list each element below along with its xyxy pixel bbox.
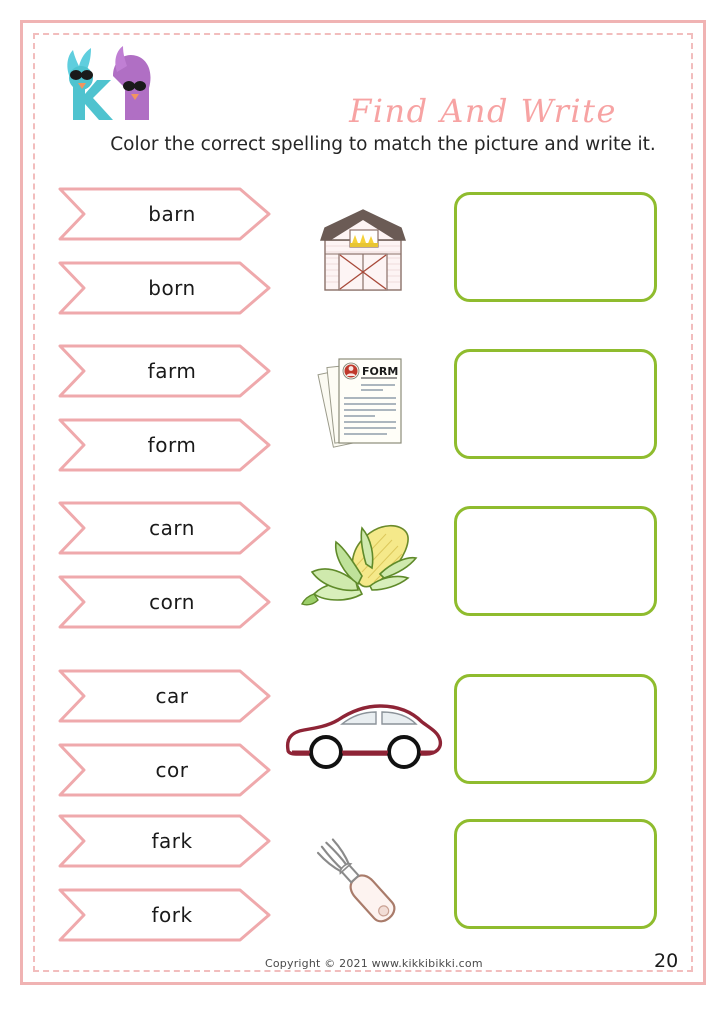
car-image <box>285 704 443 769</box>
word-option-banner[interactable]: fork <box>58 887 272 943</box>
answer-input-box[interactable] <box>454 506 657 616</box>
exercise-row: fark fork <box>58 813 678 943</box>
word-option-label: farm <box>147 359 197 383</box>
answer-input-box[interactable] <box>454 674 657 784</box>
picture-cell: FORM <box>268 345 458 457</box>
word-option-label: form <box>147 433 197 457</box>
word-option-label: cor <box>155 758 189 782</box>
copyright-text: Copyright © 2021 www.kikkibikki.com <box>265 957 483 970</box>
word-option-banner[interactable]: born <box>58 260 272 316</box>
word-option-label: fork <box>151 903 193 927</box>
picture-cell <box>268 506 458 618</box>
corn-image <box>301 524 418 606</box>
word-option-banner[interactable]: car <box>58 668 272 724</box>
exercise-row: barn born <box>58 186 678 316</box>
word-option-banner[interactable]: fark <box>58 813 272 869</box>
word-option-label: car <box>155 684 189 708</box>
barn-image <box>320 209 406 291</box>
answer-input-box[interactable] <box>454 349 657 459</box>
word-option-label: barn <box>148 202 196 226</box>
word-option-label: carn <box>149 516 195 540</box>
answer-input-box[interactable] <box>454 192 657 302</box>
word-option-banner[interactable]: barn <box>58 186 272 242</box>
exercise-row: carn corn <box>58 500 678 630</box>
picture-cell <box>268 817 458 929</box>
word-option-label: born <box>148 276 196 300</box>
word-option-banner[interactable]: cor <box>58 742 272 798</box>
picture-cell <box>268 194 458 306</box>
exercise-row: car cor <box>58 668 678 798</box>
page-number: 20 <box>654 950 679 972</box>
picture-cell <box>268 678 458 790</box>
exercise-rows: barn born farm form FORM carn corn car c… <box>0 0 726 1024</box>
word-option-label: fark <box>151 829 193 853</box>
word-option-banner[interactable]: form <box>58 417 272 473</box>
form-document-image: FORM <box>317 358 402 448</box>
word-option-banner[interactable]: farm <box>58 343 272 399</box>
exercise-row: farm form FORM <box>58 343 678 473</box>
fork-image <box>316 838 396 923</box>
answer-input-box[interactable] <box>454 819 657 929</box>
word-option-banner[interactable]: carn <box>58 500 272 556</box>
word-option-banner[interactable]: corn <box>58 574 272 630</box>
word-option-label: corn <box>149 590 195 614</box>
worksheet-page: Find And Write Color the correct spellin… <box>0 0 726 1024</box>
svg-text:FORM: FORM <box>362 365 398 378</box>
